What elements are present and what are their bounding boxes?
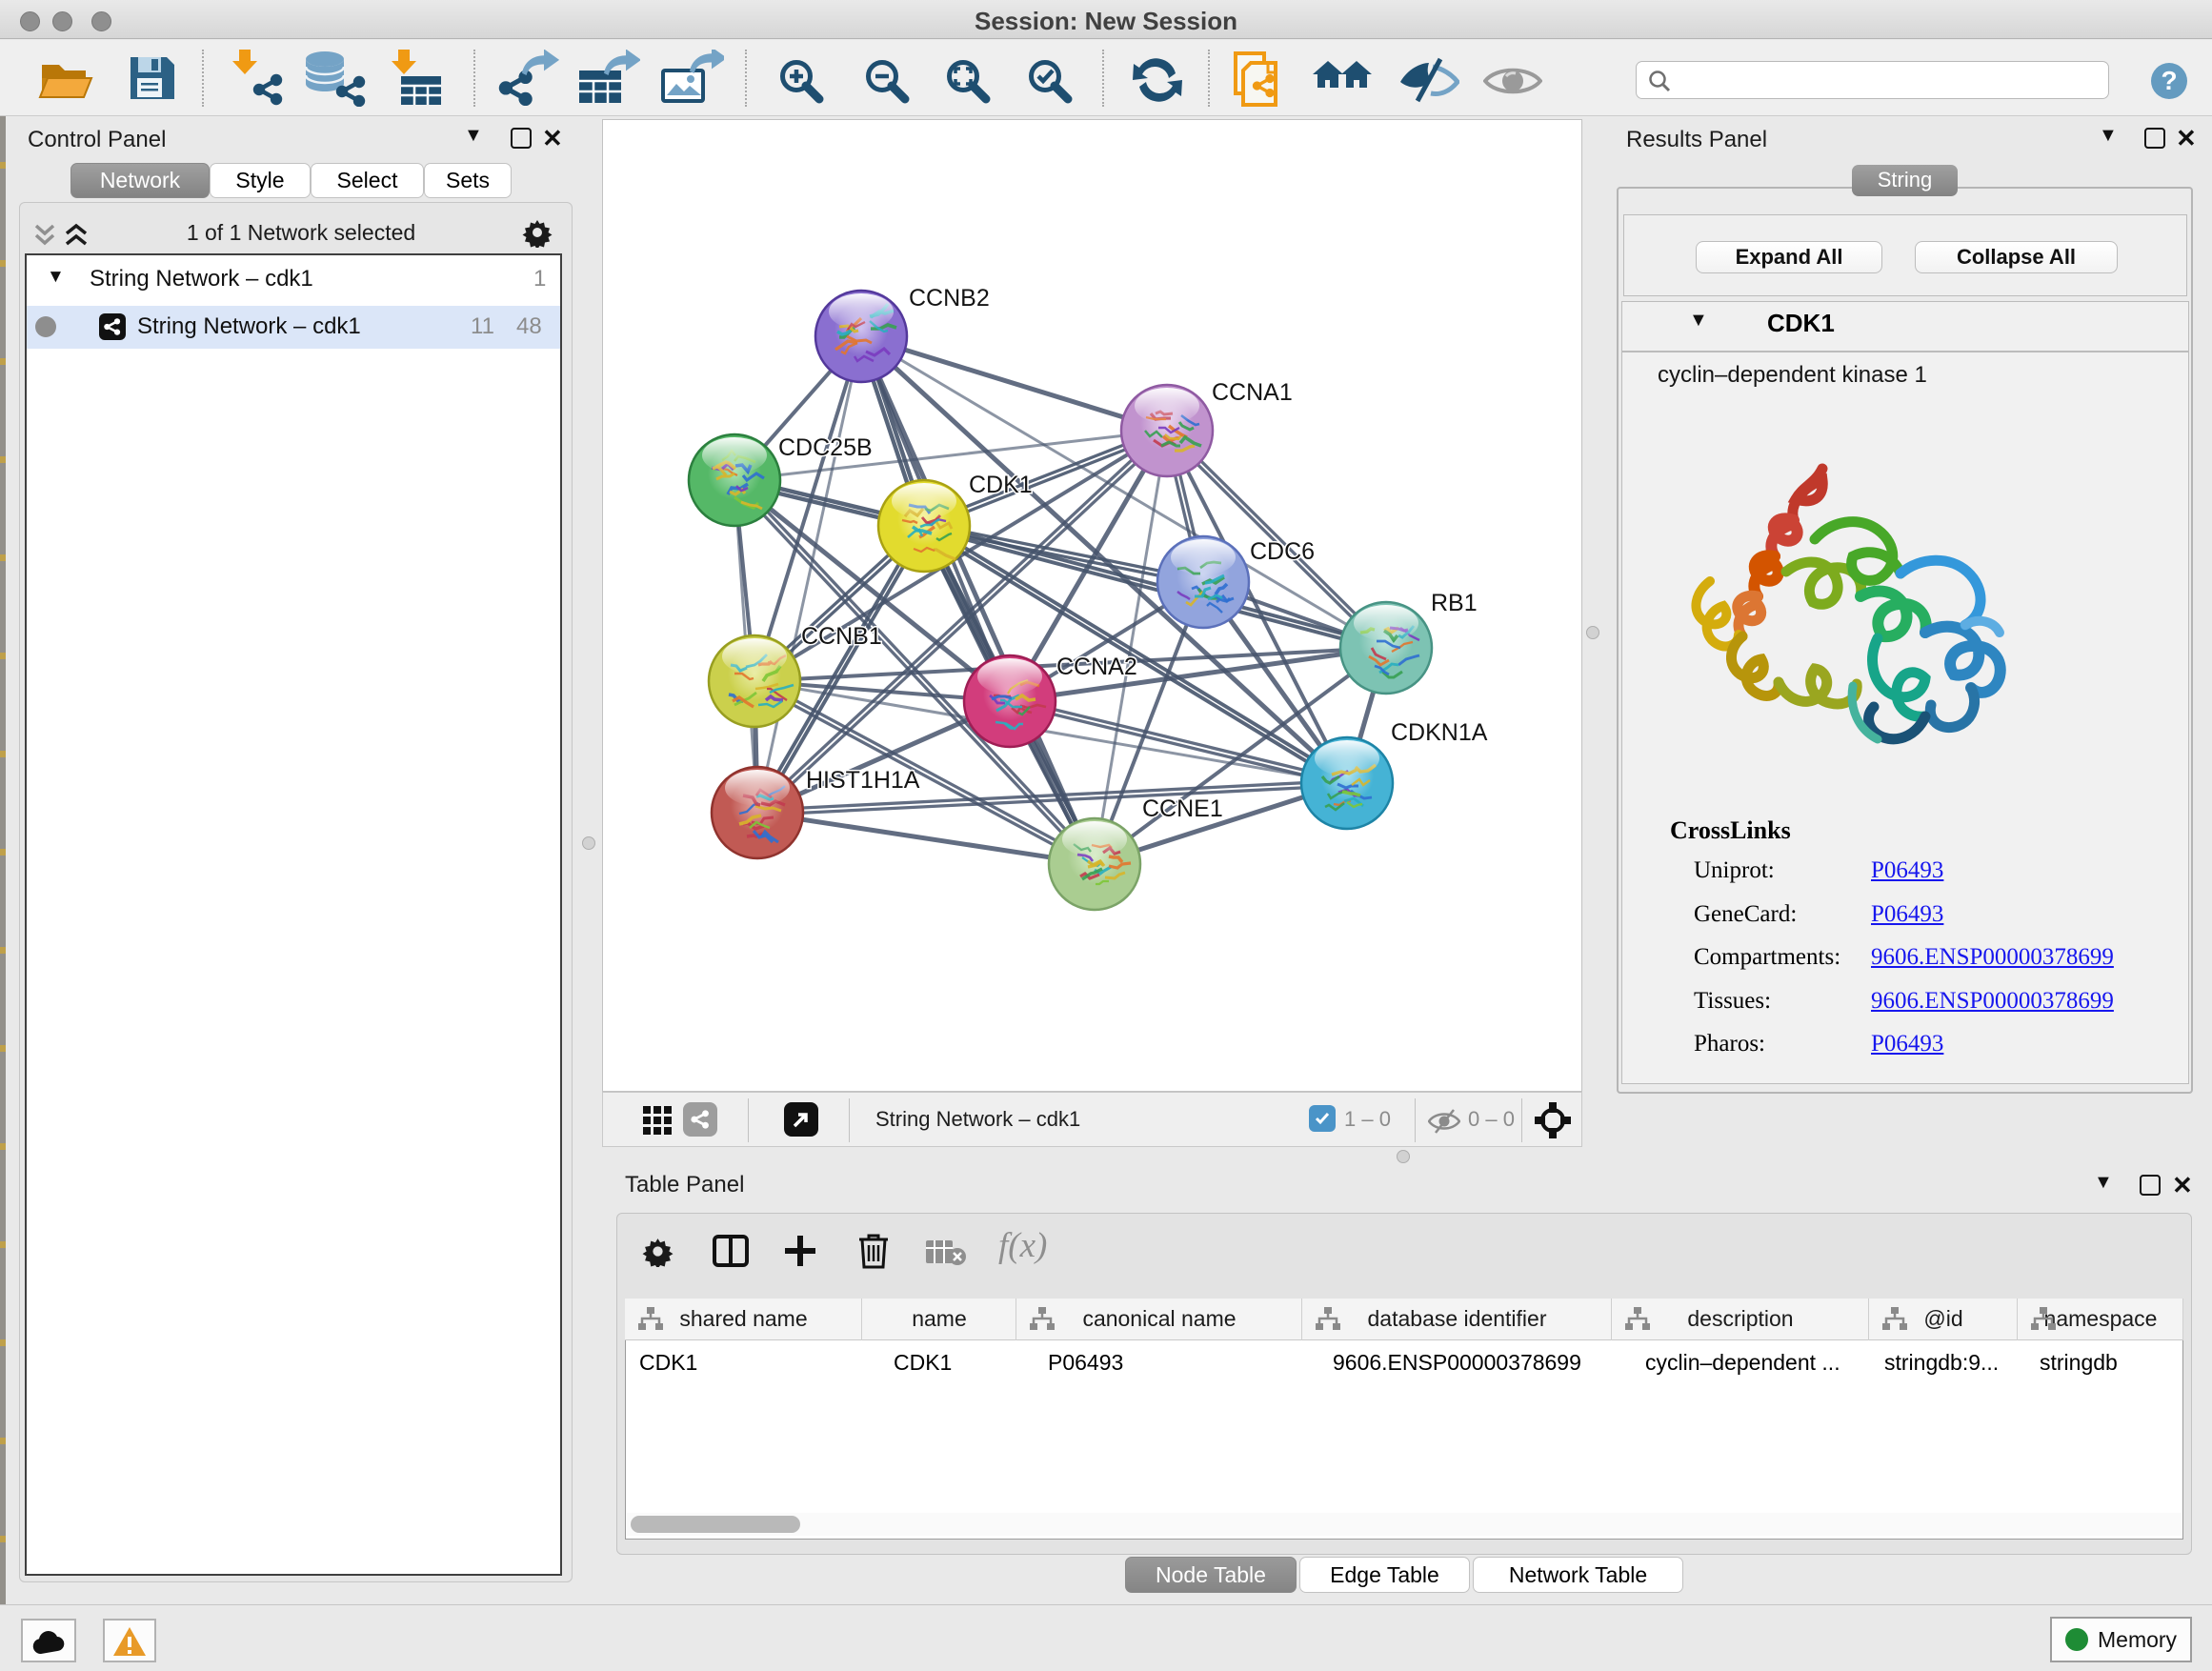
svg-text:CCNB2: CCNB2 — [909, 285, 990, 312]
svg-text:CCNA1: CCNA1 — [1212, 379, 1293, 406]
svg-text:CDC25B: CDC25B — [778, 434, 873, 461]
svg-text:CCNA2: CCNA2 — [1056, 654, 1137, 680]
svg-text:CDK1: CDK1 — [969, 472, 1033, 498]
svg-text:CDC6: CDC6 — [1250, 538, 1315, 565]
svg-text:CCNE1: CCNE1 — [1142, 795, 1223, 822]
svg-text:RB1: RB1 — [1431, 590, 1478, 616]
svg-text:CDKN1A: CDKN1A — [1391, 719, 1488, 746]
svg-text:CCNB1: CCNB1 — [801, 623, 882, 650]
svg-text:HIST1H1A: HIST1H1A — [806, 767, 920, 794]
